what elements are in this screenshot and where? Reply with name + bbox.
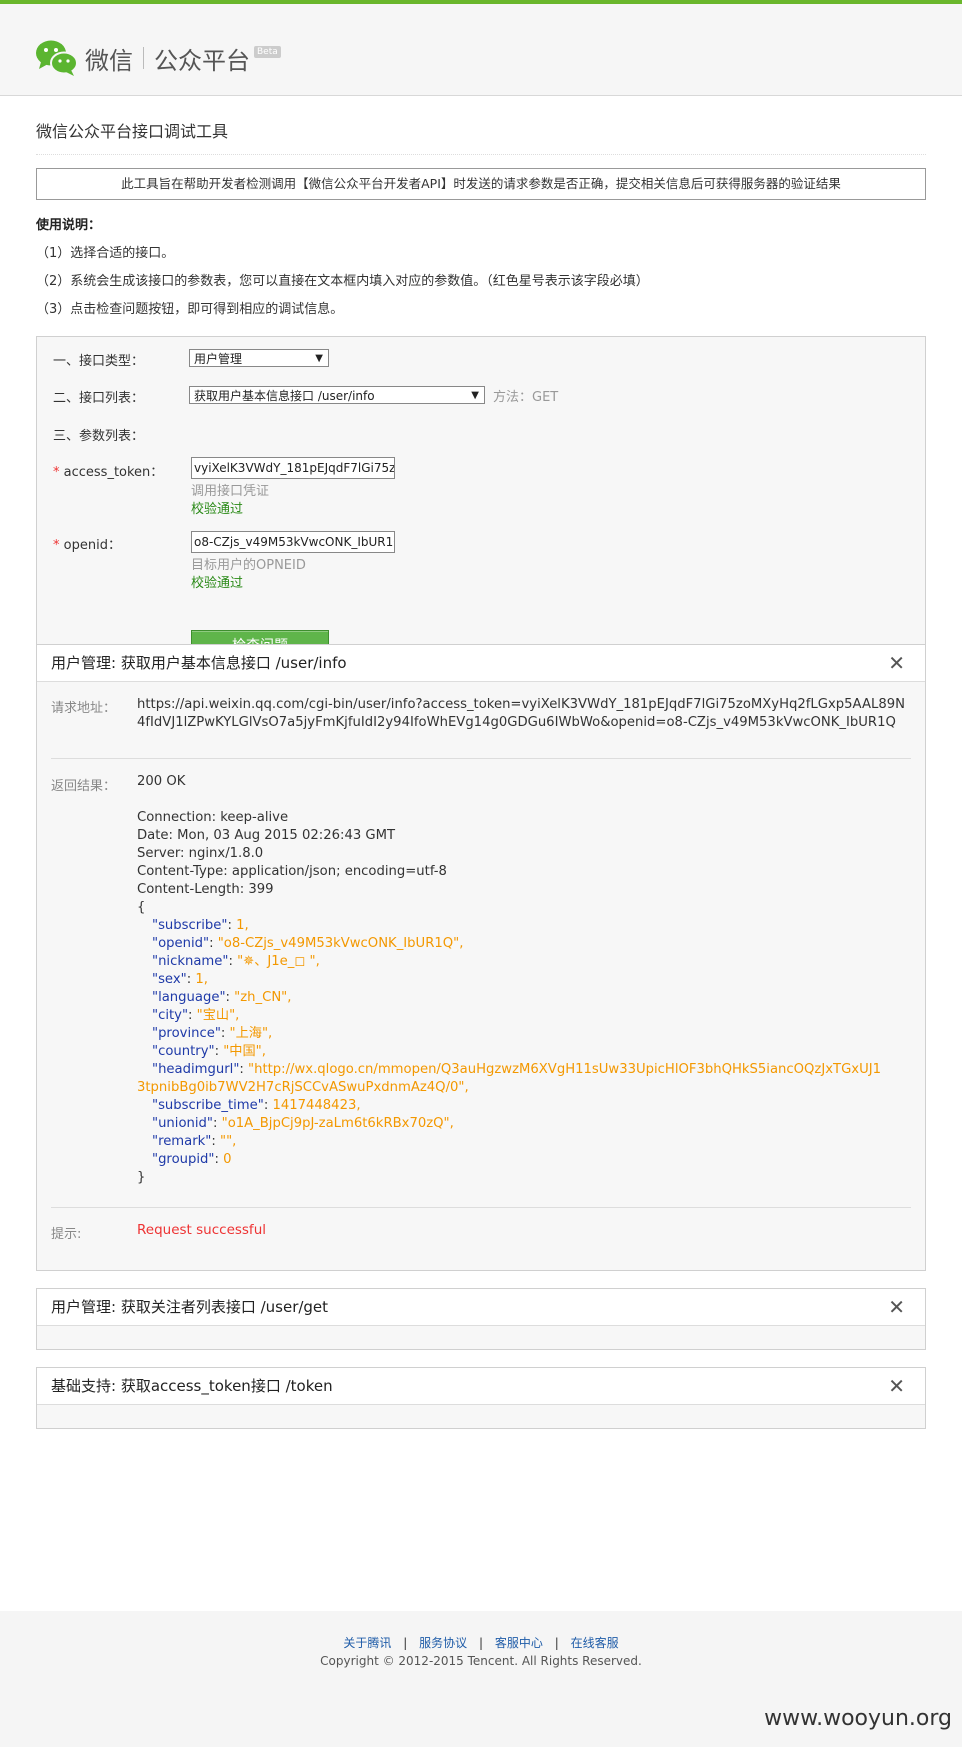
usage-step-2: （2）系统会生成该接口的参数表，您可以直接在文本框内填入对应的参数值。（红色星号… [36, 274, 649, 289]
footer-link-about[interactable]: 关于腾讯 [343, 1636, 391, 1650]
interface-list-label: 二、接口列表： [53, 391, 145, 406]
copyright: Copyright © 2012-2015 Tencent. All Right… [320, 1654, 642, 1668]
json-line: "subscribe_time": 1417448423, [152, 1098, 361, 1113]
json-line: "nickname": "✵、J1e_◻ ", [152, 954, 320, 969]
openid-label-text: openid： [63, 538, 121, 553]
notice-box: 此工具旨在帮助开发者检测调用【微信公众平台开发者API】时发送的请求参数是否正确… [36, 168, 926, 200]
json-brace: } [137, 1170, 146, 1185]
header-line: Content-Type: application/json; encoding… [137, 864, 447, 879]
access-token-valid: 校验通过 [191, 502, 244, 517]
json-line: "language": "zh_CN", [152, 990, 292, 1005]
json-line: "groupid": 0 [152, 1152, 232, 1167]
status-line: 200 OK [137, 774, 186, 789]
usage-step-1: （1）选择合适的接口。 [36, 246, 175, 261]
debug-form: 一、接口类型： 用户管理 ▼ 二、接口列表： 获取用户基本信息接口 /user/… [36, 336, 926, 694]
openid-label: * openid： [53, 534, 121, 553]
interface-type-select[interactable]: 用户管理 ▼ [189, 349, 329, 367]
close-icon[interactable]: ✕ [888, 1368, 905, 1404]
json-line: "remark": "", [152, 1134, 237, 1149]
main-content: 微信公众平台接口调试工具 此工具旨在帮助开发者检测调用【微信公众平台开发者API… [0, 96, 962, 1611]
footer-sep: | [478, 1636, 484, 1650]
header-line: Content-Length: 399 [137, 882, 274, 897]
tip-message: Request successful [137, 1222, 266, 1238]
interface-list-value: 获取用户基本信息接口 /user/info [194, 389, 375, 403]
close-icon[interactable]: ✕ [888, 645, 905, 681]
request-url-label: 请求地址： [51, 701, 117, 716]
watermark: www.wooyun.org [764, 1706, 952, 1731]
tip-label: 提示: [51, 1227, 82, 1242]
usage-title: 使用说明： [36, 218, 102, 233]
divider [51, 1207, 911, 1208]
json-line: "headimgurl": "http://wx.qlogo.cn/mmopen… [152, 1062, 882, 1077]
footer-sep: | [554, 1636, 559, 1650]
access-token-hint: 调用接口凭证 [191, 484, 270, 499]
dropdown-arrow-icon: ▼ [315, 353, 323, 364]
close-icon[interactable]: ✕ [888, 1289, 905, 1325]
result-panel: 用户管理: 获取用户基本信息接口 /user/info ✕ 请求地址： http… [36, 644, 926, 1271]
openid-valid: 校验通过 [191, 576, 244, 591]
params-label: 三、参数列表： [53, 429, 145, 444]
result-panel-title: 用户管理: 获取用户基本信息接口 /user/info [51, 654, 347, 672]
page-title: 微信公众平台接口调试工具 [36, 118, 926, 155]
interface-list-select[interactable]: 获取用户基本信息接口 /user/info ▼ [189, 386, 485, 404]
user-get-panel-title: 用户管理: 获取关注者列表接口 /user/get [51, 1298, 329, 1316]
json-line: "subscribe": 1, [152, 918, 249, 933]
json-line: "unionid": "o1A_BjpCj9pJ-zaLm6t6kRBx70zQ… [152, 1116, 454, 1131]
json-line: 3tpnibBg0ib7WV2H7cRjSCCvASwuPxdnmAz4Q/0"… [137, 1080, 469, 1095]
json-line: "sex": 1, [152, 972, 208, 987]
wechat-bubbles-icon [35, 38, 79, 78]
divider [51, 758, 911, 759]
json-line: "province": "上海", [152, 1026, 273, 1041]
brand-subtitle: 公众平台 [154, 46, 250, 75]
response-label: 返回结果： [51, 779, 117, 794]
footer-link-terms[interactable]: 服务协议 [419, 1636, 467, 1650]
brand-name: 微信 [85, 46, 133, 75]
footer-link-help[interactable]: 客服中心 [495, 1636, 543, 1650]
interface-type-value: 用户管理 [194, 352, 243, 366]
json-line: "country": "中国", [152, 1044, 266, 1059]
access-token-input[interactable]: vyiXelK3VWdY_181pEJqdF7lGi75z [191, 457, 395, 479]
dropdown-arrow-icon: ▼ [471, 390, 479, 401]
user-get-panel-header: 用户管理: 获取关注者列表接口 /user/get ✕ [37, 1289, 925, 1326]
access-token-label: * access_token： [53, 461, 163, 480]
token-panel-header: 基础支持: 获取access_token接口 /token ✕ [37, 1368, 925, 1405]
usage-step-3: （3）点击检查问题按钮，即可得到相应的调试信息。 [36, 302, 344, 317]
response-body: 200 OK Connection: keep-alive Date: Mon,… [137, 773, 905, 1187]
interface-type-label: 一、接口类型： [53, 354, 145, 369]
access-token-label-text: access_token： [63, 465, 164, 480]
footer-link-online-support[interactable]: 在线客服 [571, 1636, 619, 1650]
wechat-logo[interactable]: 微信 公众平台 Beta [35, 38, 281, 78]
method-label: 方法：GET [493, 390, 559, 405]
json-line: "openid": "o8-CZjs_v49M53kVwcONK_IbUR1Q"… [152, 936, 464, 951]
token-panel-title: 基础支持: 获取access_token接口 /token [51, 1377, 333, 1395]
site-header: 微信 公众平台 Beta [0, 4, 962, 96]
token-panel: 基础支持: 获取access_token接口 /token ✕ [36, 1367, 926, 1429]
request-url: https://api.weixin.qq.com/cgi-bin/user/i… [137, 697, 905, 730]
user-get-panel: 用户管理: 获取关注者列表接口 /user/get ✕ [36, 1288, 926, 1350]
required-mark: * [53, 465, 60, 480]
required-mark: * [53, 538, 60, 553]
header-line: Date: Mon, 03 Aug 2015 02:26:43 GMT [137, 828, 396, 843]
footer-sep: | [403, 1636, 408, 1650]
openid-input[interactable]: o8-CZjs_v49M53kVwcONK_IbUR1Q [191, 531, 395, 553]
json-brace: { [137, 900, 146, 915]
header-line: Connection: keep-alive [137, 810, 289, 825]
json-line: "city": "宝山", [152, 1008, 240, 1023]
openid-hint: 目标用户的OPNEID [191, 558, 306, 573]
footer-links: 关于腾讯 | 服务协议 | 客服中心 | 在线客服 [0, 1634, 962, 1651]
beta-badge: Beta [254, 46, 281, 58]
header-line: Server: nginx/1.8.0 [137, 846, 264, 861]
result-panel-header: 用户管理: 获取用户基本信息接口 /user/info ✕ [37, 645, 925, 682]
brand-separator [143, 47, 144, 69]
